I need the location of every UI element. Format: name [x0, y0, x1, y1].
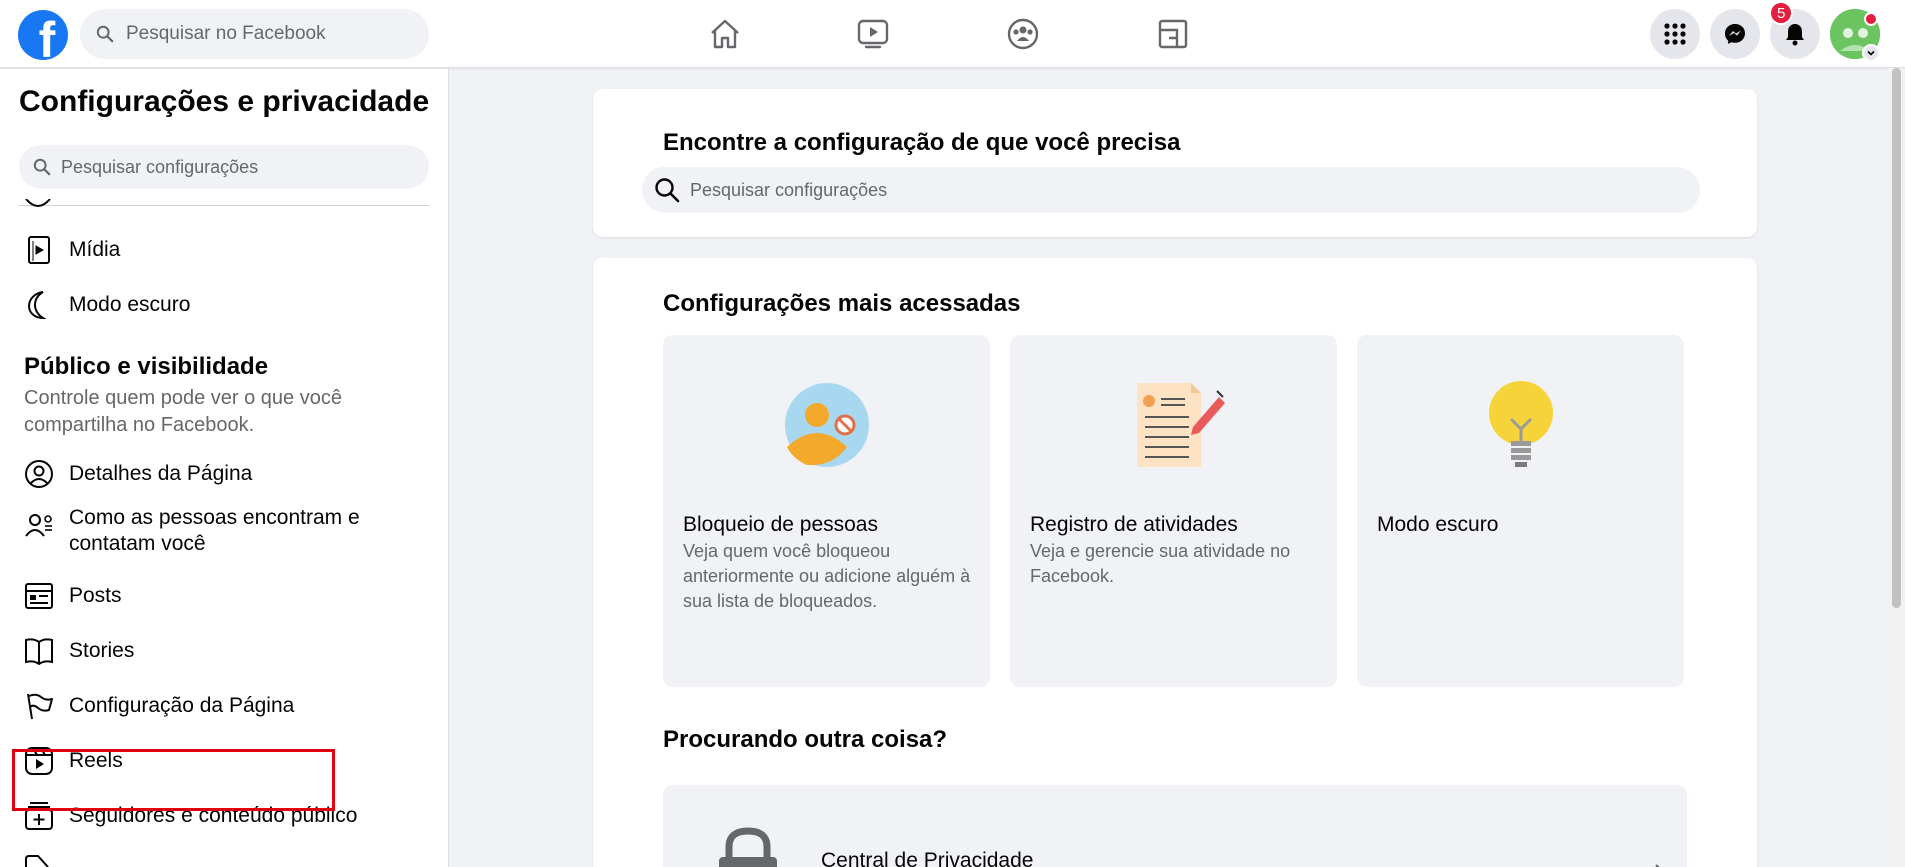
section-description: Controle quem pode ver o que você compar… — [24, 387, 342, 436]
book-icon — [25, 638, 53, 666]
main-search-placeholder: Pesquisar configurações — [690, 179, 888, 200]
most-used-card: Configurações mais acessadas Bloqueio de… — [593, 258, 1757, 867]
person-settings-icon — [25, 514, 52, 537]
home-icon — [711, 19, 739, 49]
section-title-publico: Público e visibilidade — [24, 353, 269, 380]
gaming-icon — [1158, 19, 1188, 49]
search-icon — [96, 25, 114, 43]
facebook-logo[interactable]: f — [18, 10, 68, 60]
sidebar-item-label: Mídia — [69, 238, 121, 261]
sidebar-item-detalhes-pagina[interactable]: Detalhes da Página — [24, 459, 252, 489]
search-placeholder: Pesquisar no Facebook — [126, 23, 326, 44]
activity-log-icon — [1136, 383, 1225, 467]
lightbulb-icon — [1488, 381, 1553, 467]
video-icon — [857, 19, 889, 49]
groups-icon — [1007, 18, 1039, 50]
sidebar-divider — [19, 205, 429, 206]
search-icon — [33, 158, 51, 176]
sidebar-item-stories[interactable]: Stories — [24, 636, 134, 666]
sidebar-search-placeholder: Pesquisar configurações — [61, 156, 259, 177]
settings-sidebar: Configurações e privacidade Pesquisar co… — [0, 69, 449, 867]
tile-modo-escuro[interactable]: Modo escuro — [1357, 335, 1684, 687]
avatar-status-dot — [1864, 12, 1878, 26]
page-scrollbar[interactable] — [1888, 68, 1905, 867]
partial-item-icon — [25, 199, 51, 207]
account-menu-chevron[interactable] — [1862, 44, 1880, 62]
tile-title: Bloqueio de pessoas — [683, 513, 878, 536]
sidebar-item-label: Configuração da Página — [69, 694, 295, 717]
nav-gaming-tab[interactable] — [1148, 10, 1198, 58]
messenger-icon — [1725, 24, 1745, 44]
sidebar-item-posts[interactable]: Posts — [24, 581, 122, 611]
privacy-center-row[interactable]: Central de Privacidade — [663, 785, 1687, 867]
privacy-center-label: Central de Privacidade — [821, 849, 1034, 867]
lock-icon — [719, 827, 777, 867]
menu-button[interactable] — [1650, 9, 1700, 59]
find-setting-heading: Encontre a configuração de que você prec… — [663, 129, 1181, 156]
nav-watch-tab[interactable] — [848, 10, 898, 58]
main-search-input[interactable]: Pesquisar configurações — [642, 167, 1700, 213]
messenger-button[interactable] — [1710, 9, 1760, 59]
scrollbar-thumb[interactable] — [1892, 68, 1901, 608]
sidebar-item-label: Como as pessoas encontram e contatam voc… — [69, 506, 360, 555]
tile-bloqueio[interactable]: Bloqueio de pessoas Veja quem você bloqu… — [663, 335, 990, 687]
posts-icon — [25, 583, 53, 609]
profile-icon — [25, 460, 53, 488]
sidebar-item-modo-escuro[interactable]: Modo escuro — [24, 290, 190, 320]
sidebar-item-label: Posts — [69, 584, 122, 607]
chevron-down-icon — [1867, 50, 1875, 56]
sidebar-title: Configurações e privacidade — [19, 85, 430, 118]
tile-description: Veja e gerencie sua atividade no Faceboo… — [1030, 541, 1291, 586]
tile-title: Modo escuro — [1377, 513, 1499, 536]
highlight-box — [12, 749, 335, 811]
tile-title: Registro de atividades — [1030, 513, 1238, 536]
tile-description: Veja quem você bloqueou anteriormente ou… — [683, 541, 971, 611]
facebook-search-input[interactable]: Pesquisar no Facebook — [80, 9, 429, 59]
sidebar-item-label: Stories — [69, 639, 135, 662]
sidebar-item-label: Detalhes da Página — [69, 462, 253, 485]
grid-menu-icon — [1664, 23, 1686, 45]
sidebar-item-como-encontram[interactable]: Como as pessoas encontram e contatam voc… — [24, 506, 360, 555]
flag-icon — [27, 693, 53, 720]
moon-icon — [27, 291, 47, 320]
bell-icon — [1786, 24, 1804, 46]
find-setting-card: Encontre a configuração de que você prec… — [593, 89, 1757, 237]
other-heading: Procurando outra coisa? — [663, 726, 948, 753]
most-used-heading: Configurações mais acessadas — [663, 290, 1021, 317]
sidebar-item-midia[interactable]: Mídia — [24, 235, 120, 265]
chevron-right-icon — [1655, 864, 1660, 867]
search-icon — [655, 178, 680, 203]
sidebar-search-input[interactable]: Pesquisar configurações — [19, 145, 429, 189]
sidebar-item-label: Modo escuro — [69, 293, 191, 316]
media-icon — [28, 236, 50, 264]
partial-item-icon — [25, 855, 49, 867]
sidebar-item-configuracao-pagina[interactable]: Configuração da Página — [24, 691, 294, 721]
block-people-icon — [784, 383, 869, 467]
nav-home-tab[interactable] — [700, 10, 750, 58]
tile-registro-atividades[interactable]: Registro de atividades Veja e gerencie s… — [1010, 335, 1337, 687]
top-navigation-bar: f Pesquisar no Facebook 5 — [0, 0, 1905, 68]
nav-groups-tab[interactable] — [998, 10, 1048, 58]
